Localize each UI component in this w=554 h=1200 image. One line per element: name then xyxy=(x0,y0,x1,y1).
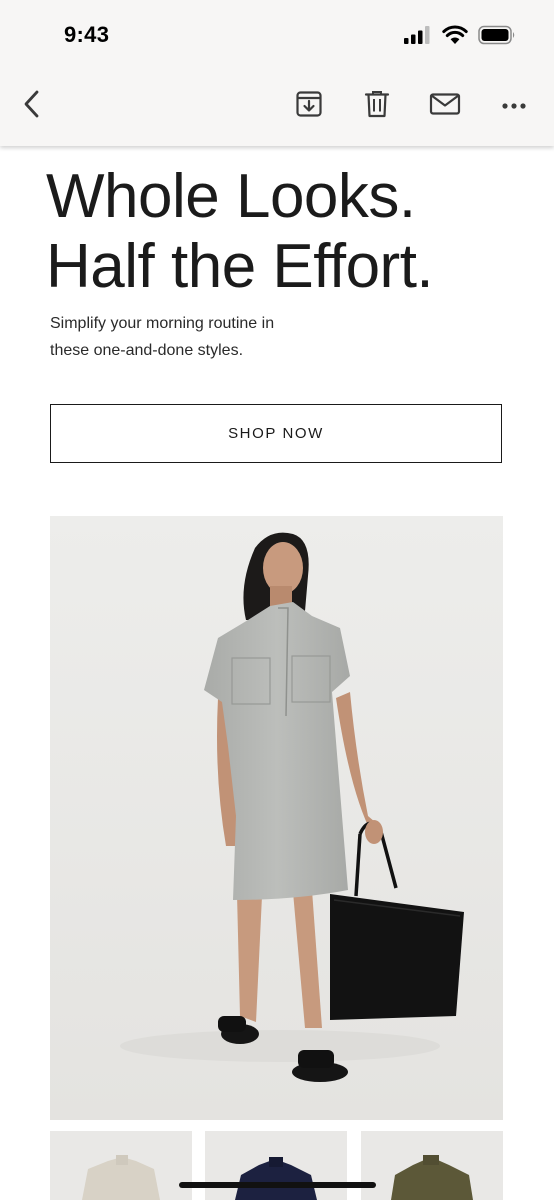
email-subtext: Simplify your morning routine in these o… xyxy=(50,310,470,364)
email-headline: Whole Looks. Half the Effort. xyxy=(46,162,516,302)
headline-line-2: Half the Effort. xyxy=(46,232,434,301)
wifi-icon xyxy=(442,25,468,50)
status-icons xyxy=(404,25,516,50)
mail-header: 9:43 xyxy=(0,0,554,146)
back-chevron-icon xyxy=(21,89,43,124)
battery-icon xyxy=(478,25,516,50)
navy-dress-thumbnail xyxy=(205,1131,347,1200)
more-button[interactable] xyxy=(496,88,532,124)
status-time: 9:43 xyxy=(64,22,110,47)
thumbnail-2[interactable] xyxy=(205,1131,347,1200)
shop-now-button[interactable]: SHOP NOW xyxy=(50,404,502,463)
thumbnail-row xyxy=(50,1131,503,1200)
back-button[interactable] xyxy=(14,88,50,124)
thumbnail-1[interactable] xyxy=(50,1131,192,1200)
email-screen: 9:43 Whole Looks. Half the Effort. Simpl… xyxy=(0,0,554,1200)
archive-button[interactable] xyxy=(291,88,327,124)
thumbnail-3[interactable] xyxy=(361,1131,503,1200)
headline-line-1: Whole Looks. xyxy=(46,162,416,231)
more-dots-icon xyxy=(501,97,527,115)
trash-icon xyxy=(364,90,390,123)
mail-button[interactable] xyxy=(427,88,463,124)
subtext-line-1: Simplify your morning routine in xyxy=(50,315,275,332)
olive-dress-thumbnail xyxy=(361,1131,503,1200)
archive-icon xyxy=(295,90,323,123)
model-illustration xyxy=(50,516,503,1120)
home-indicator[interactable] xyxy=(179,1182,376,1188)
tan-dress-thumbnail xyxy=(50,1131,192,1200)
subtext-line-2: these one-and-done styles. xyxy=(50,342,244,359)
hero-product-image[interactable] xyxy=(50,516,503,1120)
cellular-signal-icon xyxy=(404,26,432,49)
delete-button[interactable] xyxy=(359,88,395,124)
mail-icon xyxy=(429,92,461,121)
